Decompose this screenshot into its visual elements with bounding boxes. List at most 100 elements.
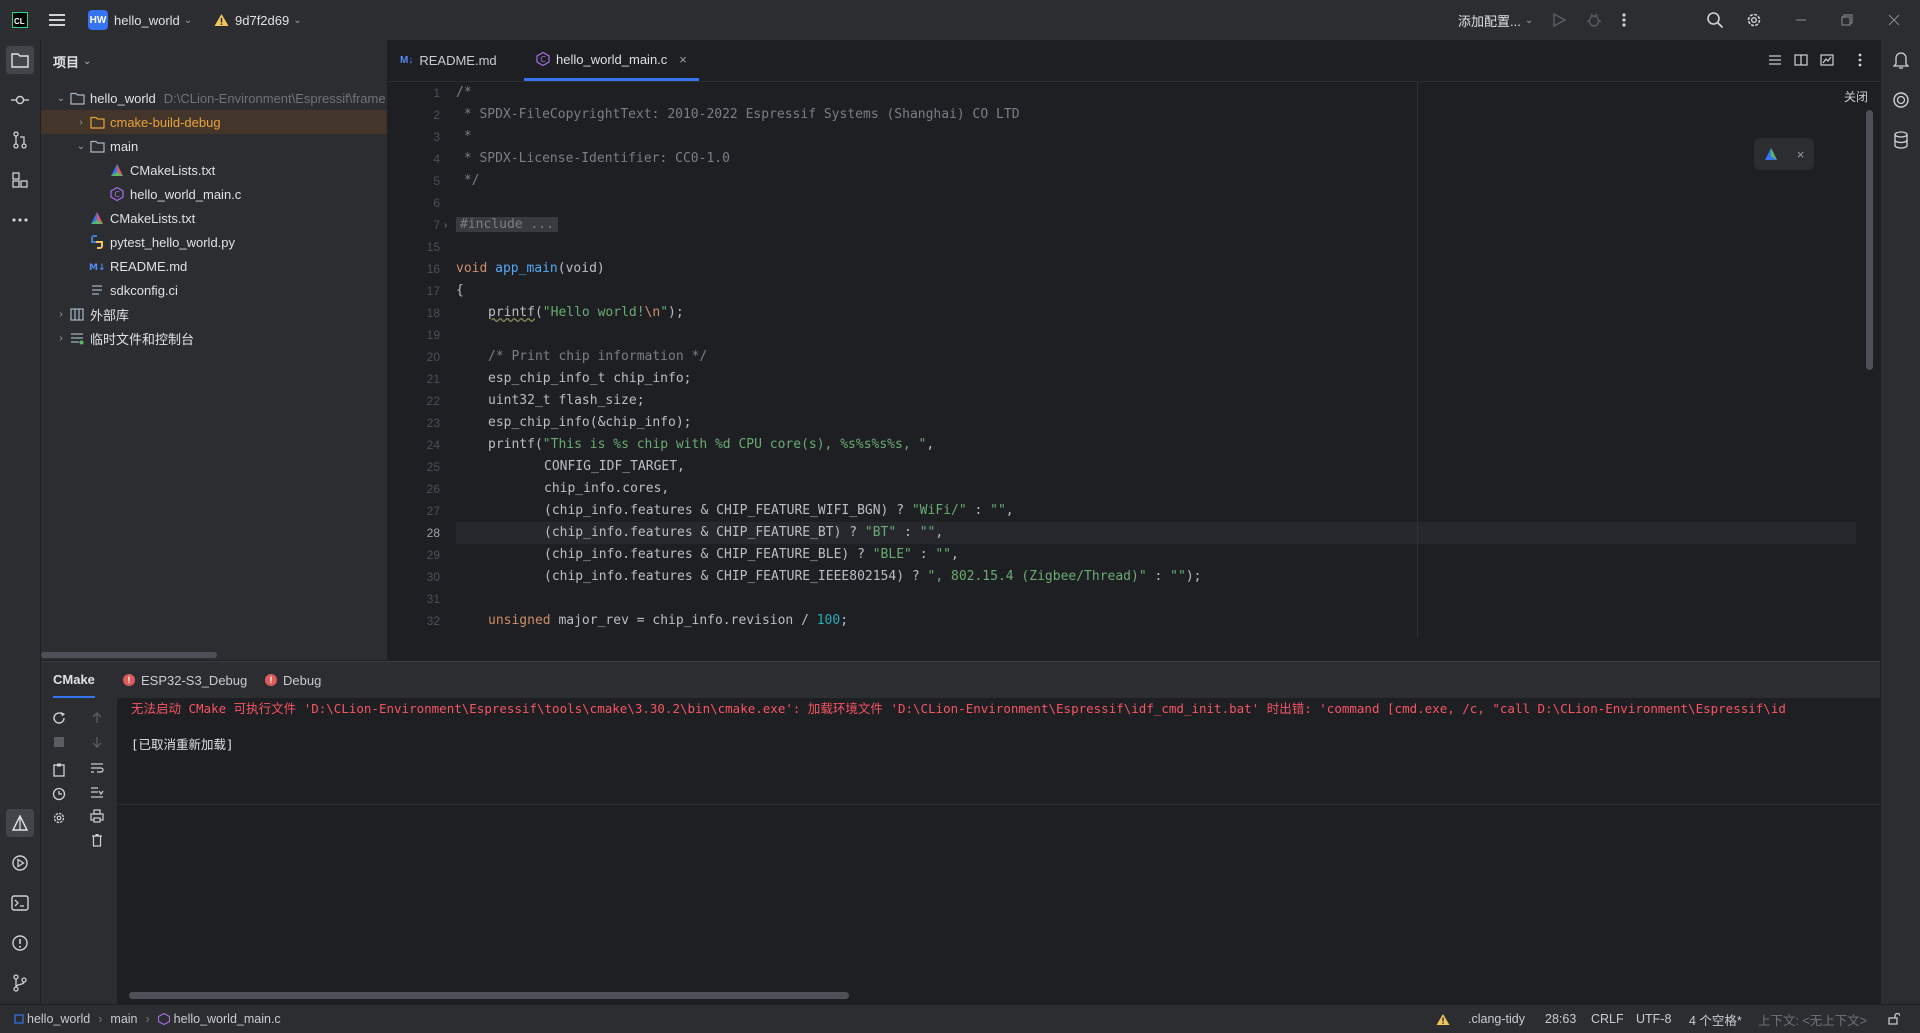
breadcrumb-item[interactable]: hello_world xyxy=(27,1012,90,1026)
print-button[interactable] xyxy=(87,806,107,826)
output-horizontal-scrollbar[interactable] xyxy=(129,992,849,999)
editor-more-button[interactable] xyxy=(1858,53,1862,67)
caret-position[interactable]: 28:63 xyxy=(1545,1005,1576,1033)
stop-button[interactable] xyxy=(49,732,69,752)
list-icon xyxy=(1769,55,1781,65)
project-view-selector[interactable]: 项目 ⌄ xyxy=(53,52,91,71)
tree-item-hello-world-main-c[interactable]: C hello_world_main.c xyxy=(41,182,387,206)
app-logo[interactable]: CL xyxy=(12,0,28,40)
code-line: (chip_info.features & CHIP_FEATURE_BT) ?… xyxy=(544,525,944,540)
expand-arrow-icon[interactable]: ⌄ xyxy=(53,93,69,104)
tab-hello-world-main-c[interactable]: C hello_world_main.c × xyxy=(524,40,699,81)
problems-tool-button[interactable] xyxy=(6,929,34,957)
code-line: esp_chip_info_t chip_info; xyxy=(488,371,692,386)
indent-setting[interactable]: 4 个空格* xyxy=(1689,1005,1742,1033)
search-everywhere-button[interactable] xyxy=(1706,0,1724,40)
services-tool-button[interactable] xyxy=(6,849,34,877)
lock-button[interactable] xyxy=(1888,1005,1900,1033)
c-file-icon: C xyxy=(536,52,550,66)
tree-item-root-cmakelists[interactable]: CMakeLists.txt xyxy=(41,206,387,230)
ai-assistant-tool-button[interactable] xyxy=(1887,86,1915,114)
cmake-tool-button[interactable] xyxy=(6,809,34,837)
cmake-settings-button[interactable] xyxy=(49,760,69,780)
notifications-tool-button[interactable] xyxy=(1887,46,1915,74)
run-button[interactable] xyxy=(1552,0,1566,40)
tree-item-label: README.md xyxy=(110,258,188,274)
more-actions-button[interactable] xyxy=(1622,0,1626,40)
trash-icon xyxy=(92,834,102,847)
clang-tidy-status[interactable]: .clang-tidy xyxy=(1468,1005,1525,1033)
context-selector[interactable]: 上下文: <无上下文> xyxy=(1758,1005,1867,1033)
breadcrumb-item[interactable]: hello_world_main.c xyxy=(174,1012,281,1026)
tree-item-external-libraries[interactable]: › 外部库 xyxy=(41,302,387,326)
tab-debug[interactable]: ! Debug xyxy=(265,662,321,698)
breadcrumb-item[interactable]: main xyxy=(110,1012,137,1026)
run-config-selector[interactable]: 添加配置... ⌄ xyxy=(1458,0,1533,40)
close-tab-icon[interactable]: × xyxy=(679,52,687,67)
restore-button[interactable] xyxy=(1841,0,1853,40)
line-number: 16 xyxy=(426,262,440,276)
line-ending[interactable]: CRLF xyxy=(1591,1005,1624,1033)
scratch-icon xyxy=(69,330,85,346)
code-area[interactable]: /* * SPDX-FileCopyrightText: 2010-2022 E… xyxy=(456,82,1856,638)
git-tool-button[interactable] xyxy=(6,969,34,997)
tab-esp32-s3-debug[interactable]: ! ESP32-S3_Debug xyxy=(123,662,247,698)
editor-vertical-scrollbar[interactable] xyxy=(1866,110,1873,370)
cmake-options-button[interactable] xyxy=(49,808,69,828)
project-horizontal-scrollbar[interactable] xyxy=(41,652,217,658)
project-selector[interactable]: HW hello_world ⌄ xyxy=(88,0,192,40)
tree-item-hello-world[interactable]: ⌄ hello_world D:\CLion-Environment\Espre… xyxy=(41,86,387,110)
tab-readme[interactable]: M↓ README.md xyxy=(388,40,509,81)
line-number: 25 xyxy=(426,460,440,474)
status-warning[interactable] xyxy=(1436,1005,1450,1033)
tree-item-readme[interactable]: M↓ README.md xyxy=(41,254,387,278)
expand-arrow-icon[interactable]: › xyxy=(53,309,69,320)
expand-arrow-icon[interactable]: ⌄ xyxy=(73,141,89,152)
tree-item-scratches[interactable]: › 临时文件和控制台 xyxy=(41,326,387,350)
terminal-icon xyxy=(11,895,29,911)
gear-icon xyxy=(1747,13,1761,27)
database-tool-button[interactable] xyxy=(1887,126,1915,154)
tree-item-cmake-build-debug[interactable]: › cmake-build-debug xyxy=(41,110,387,134)
reader-mode-button[interactable] xyxy=(1768,53,1782,67)
tree-item-main-cmakelists[interactable]: CMakeLists.txt xyxy=(41,158,387,182)
reload-button[interactable] xyxy=(49,708,69,728)
editor: M↓ README.md C hello_world_main.c × 关闭 1… xyxy=(388,40,1880,638)
pull-requests-tool-button[interactable] xyxy=(6,126,34,154)
refresh-icon xyxy=(53,712,65,724)
folded-include[interactable]: #include ... xyxy=(456,217,558,232)
scroll-up-button[interactable] xyxy=(87,708,107,728)
cmake-cache-button[interactable] xyxy=(49,784,69,804)
close-window-button[interactable] xyxy=(1888,0,1900,40)
expand-arrow-icon[interactable]: › xyxy=(53,333,69,344)
main-menu-button[interactable] xyxy=(49,0,65,40)
split-view-button[interactable] xyxy=(1794,53,1808,67)
terminal-tool-button[interactable] xyxy=(6,889,34,917)
expand-arrow-icon[interactable]: › xyxy=(73,117,89,128)
cmake-output[interactable]: 无法启动 CMake 可执行文件 'D:\CLion-Environment\E… xyxy=(117,698,1880,1005)
clear-output-button[interactable] xyxy=(87,830,107,850)
preview-button[interactable] xyxy=(1820,53,1834,67)
settings-button[interactable] xyxy=(1745,0,1763,40)
soft-wrap-button[interactable] xyxy=(87,758,107,778)
tree-item-sdkconfig[interactable]: sdkconfig.ci xyxy=(41,278,387,302)
line-number: 6 xyxy=(433,196,440,210)
ai-inline-widget[interactable]: × xyxy=(1754,138,1814,170)
cmake-icon xyxy=(89,210,105,226)
structure-tool-button[interactable] xyxy=(6,166,34,194)
project-tool-button[interactable] xyxy=(6,46,34,74)
scroll-to-end-button[interactable] xyxy=(87,782,107,802)
commit-tool-button[interactable] xyxy=(6,86,34,114)
tree-item-pytest[interactable]: pytest_hello_world.py xyxy=(41,230,387,254)
minimize-button[interactable] xyxy=(1795,0,1807,40)
fold-expand-icon[interactable]: › xyxy=(444,220,447,231)
scroll-down-button[interactable] xyxy=(87,732,107,752)
close-icon[interactable]: × xyxy=(1797,147,1805,162)
file-encoding[interactable]: UTF-8 xyxy=(1636,1005,1671,1033)
code-line: /* xyxy=(456,85,472,100)
more-tools-button[interactable] xyxy=(6,206,34,234)
tree-item-main[interactable]: ⌄ main xyxy=(41,134,387,158)
tab-cmake[interactable]: CMake xyxy=(53,662,95,698)
debug-button[interactable] xyxy=(1586,0,1602,40)
vcs-widget[interactable]: 9d7f2d69 ⌄ xyxy=(214,0,302,40)
